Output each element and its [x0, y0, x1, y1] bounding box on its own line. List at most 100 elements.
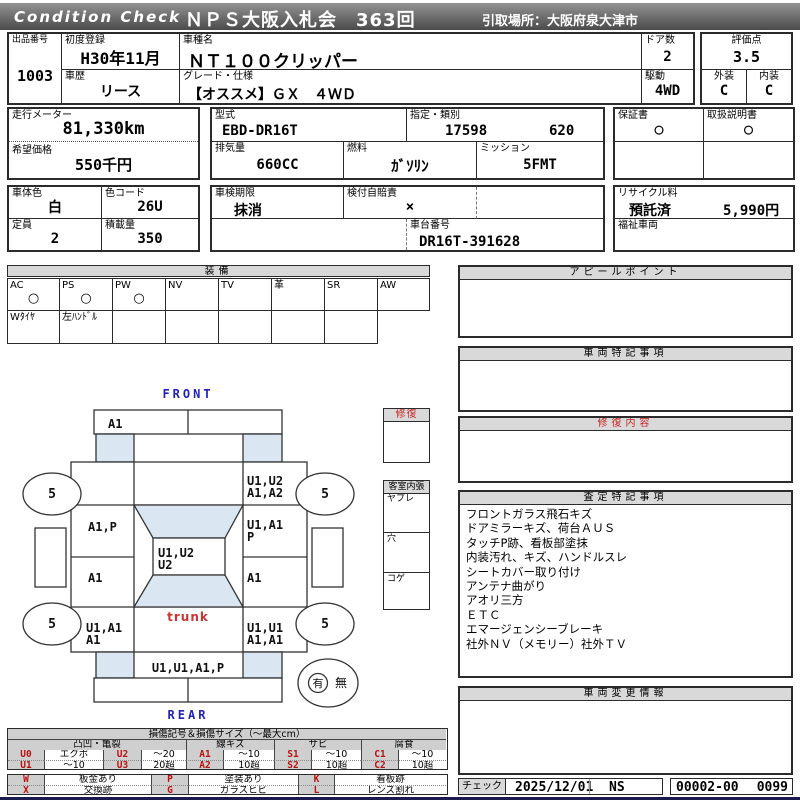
- lot-number-label: 出品番号: [12, 35, 49, 45]
- check-row: チェック 2025/12/01 NS: [458, 778, 663, 795]
- legend-group-dent: 凸凹・亀裂: [8, 740, 186, 750]
- damage-diagram: FRONT REAR A1 U1,U2 A1,A2 A1,P U1,A1 P U…: [22, 387, 359, 722]
- legend-desc: ～20: [141, 750, 186, 760]
- equipment-table: 装備 AC ○ PS ○ PW ○ NV TV 革 SR AW Wﾀｲﾔ 左ﾊﾝﾄﾞﾙ: [7, 265, 430, 345]
- assessment-line: ドアミラーキズ、荷台ＡＵＳ: [466, 521, 616, 536]
- legend-desc: 10超: [311, 760, 361, 769]
- hood-damage: A1: [108, 417, 122, 431]
- color-capacity-box: 車体色 白 色コード 26U 定員 2 積載量 350: [7, 185, 200, 252]
- welfare-label: 福祉車両: [618, 220, 658, 231]
- bed-right-damage: A1,A1: [247, 633, 283, 647]
- wheel-rear-left: 5: [48, 617, 56, 632]
- lot-number-value: 1003: [16, 66, 54, 85]
- model-code-box: 型式 EBD-DR16T 指定・類別 17598 620 排気量 660CC 燃…: [210, 107, 605, 180]
- front-label: FRONT: [162, 387, 213, 401]
- capacity-value: 2: [50, 231, 60, 247]
- model-name-label: 車種名: [183, 35, 213, 46]
- legend-desc: 10超: [223, 760, 274, 769]
- equip-ac-label: AC: [10, 280, 24, 291]
- legend-desc: ～10: [398, 750, 446, 760]
- legend-desc: ～10: [223, 750, 274, 760]
- condition-check-logo: Condition Check: [14, 8, 182, 26]
- legend-code: S1: [274, 750, 311, 760]
- assessment-notes-body: フロントガラス飛石キズ ドアミラーキズ、荷台ＡＵＳ タッチP跡、看板部塗抹 内装…: [466, 507, 789, 651]
- burn-label: コゲ: [387, 574, 406, 584]
- model-code-value: EBD-DR16T: [222, 123, 298, 139]
- wheel-rear-right: 5: [321, 617, 329, 632]
- repair-details-title: 修復内容: [460, 418, 791, 431]
- insurance-mark: ×: [405, 199, 415, 215]
- empty-cell: [212, 219, 407, 250]
- drive-value: 4WD: [654, 83, 681, 99]
- odometer-price-box: 走行メーター 81,330km 希望価格 550千円: [7, 107, 200, 180]
- equip-pw-mark: ○: [133, 291, 145, 306]
- equip-note: 左ﾊﾝﾄﾞﾙ: [62, 312, 97, 323]
- assessment-line: フロントガラス飛石キズ: [466, 507, 593, 521]
- recycle-status: 預託済: [629, 203, 671, 219]
- capacity-cell: 定員 2: [9, 219, 102, 250]
- manual-cell: 取扱説明書 ○: [704, 109, 793, 142]
- score-box: 評価点 3.5 外装 C 内装 C: [700, 32, 793, 105]
- warranty-mark: ○: [654, 120, 664, 138]
- recycle-cell: リサイクル料 預託済 5,990円: [615, 187, 793, 219]
- legend-code: K: [298, 775, 334, 785]
- legend-desc: レンズ割れ: [334, 785, 446, 794]
- spare-no-mark: 無: [335, 675, 347, 690]
- model-name-cell: 車種名 ＮＴ１００クリッパー: [180, 34, 642, 72]
- first-registration-cell: 初度登録 H30年11月: [62, 34, 180, 70]
- class-cell: 指定・類別 17598 620: [407, 109, 603, 142]
- displacement-cell: 排気量 660CC: [212, 142, 344, 178]
- legend-desc: 交換跡: [44, 785, 151, 794]
- check-inspector: NS: [609, 780, 625, 795]
- cabin-interior-box: 客室内張 ヤブレ 穴 コゲ: [383, 480, 430, 610]
- hole-label: 穴: [387, 534, 397, 544]
- check-label: チェック: [459, 779, 506, 794]
- auction-title: ＮＰＳ大阪入札会 363回: [185, 10, 416, 31]
- score-cell: 評価点 3.5: [702, 34, 791, 70]
- class-label: 指定・類別: [410, 110, 460, 121]
- body-color-cell: 車体色 白: [9, 187, 102, 219]
- assessment-line: 社外ＮＶ（メモリー）社外ＴＶ: [466, 636, 627, 651]
- grade-cell: グレード・仕様 【オススメ】ＧＸ ４ＷＤ: [180, 70, 642, 103]
- legend-code: U0: [8, 750, 44, 760]
- lot-number-cell: 出品番号 1003: [9, 34, 62, 103]
- legend-desc: 板金あり: [44, 775, 151, 785]
- legend-group-scratch: 線キズ: [186, 740, 274, 750]
- odometer-value: 81,330km: [62, 119, 145, 139]
- legend-code: G: [151, 785, 188, 794]
- fender-right-damage: A1,A2: [247, 486, 283, 500]
- wheel-front-right: 5: [321, 487, 329, 502]
- transmission-value: 5FMT: [523, 157, 557, 173]
- change-info-section: 車両変更情報: [458, 686, 793, 775]
- wheel-front-left: 5: [48, 487, 56, 502]
- first-registration-value: H30年11月: [80, 48, 161, 68]
- rear-label: REAR: [168, 708, 209, 722]
- appeal-points-title: アピールポイント: [460, 267, 791, 280]
- legend-code: P: [151, 775, 188, 785]
- exterior-cell: 外装 C: [702, 70, 747, 103]
- check-code-box: 00002-00 0099: [670, 778, 793, 795]
- legend-code: L: [298, 785, 334, 794]
- divider: [589, 779, 590, 794]
- door-left-damage: A1,P: [88, 520, 117, 534]
- load-cell: 積載量 350: [102, 219, 198, 250]
- equip-ps-label: PS: [62, 280, 75, 291]
- legend-code: S2: [274, 760, 311, 769]
- equip-note: Wﾀｲﾔ: [10, 312, 35, 323]
- legend-desc: 20超: [141, 760, 186, 769]
- legend-code: U3: [103, 760, 141, 769]
- inspection-chassis-box: 車検期限 抹消 検付自賠責 × 車台番号 DR16T-391628: [210, 185, 605, 252]
- check-code2: 0099: [756, 780, 788, 795]
- legend-desc: 看板跡: [334, 775, 446, 785]
- doors-value: 2: [663, 48, 672, 65]
- empty-cell: [477, 187, 603, 219]
- grade-label: グレード・仕様: [183, 71, 253, 82]
- price-value: 550千円: [74, 155, 133, 174]
- equip-pw-label: PW: [115, 280, 131, 291]
- trunk-label: trunk: [167, 610, 209, 624]
- legend-desc: ガラスヒビ: [188, 785, 298, 794]
- legend-code: X: [8, 785, 44, 794]
- load-value: 350: [137, 231, 163, 247]
- legend-desc: 10超: [398, 760, 446, 769]
- manual-mark: ○: [743, 120, 754, 138]
